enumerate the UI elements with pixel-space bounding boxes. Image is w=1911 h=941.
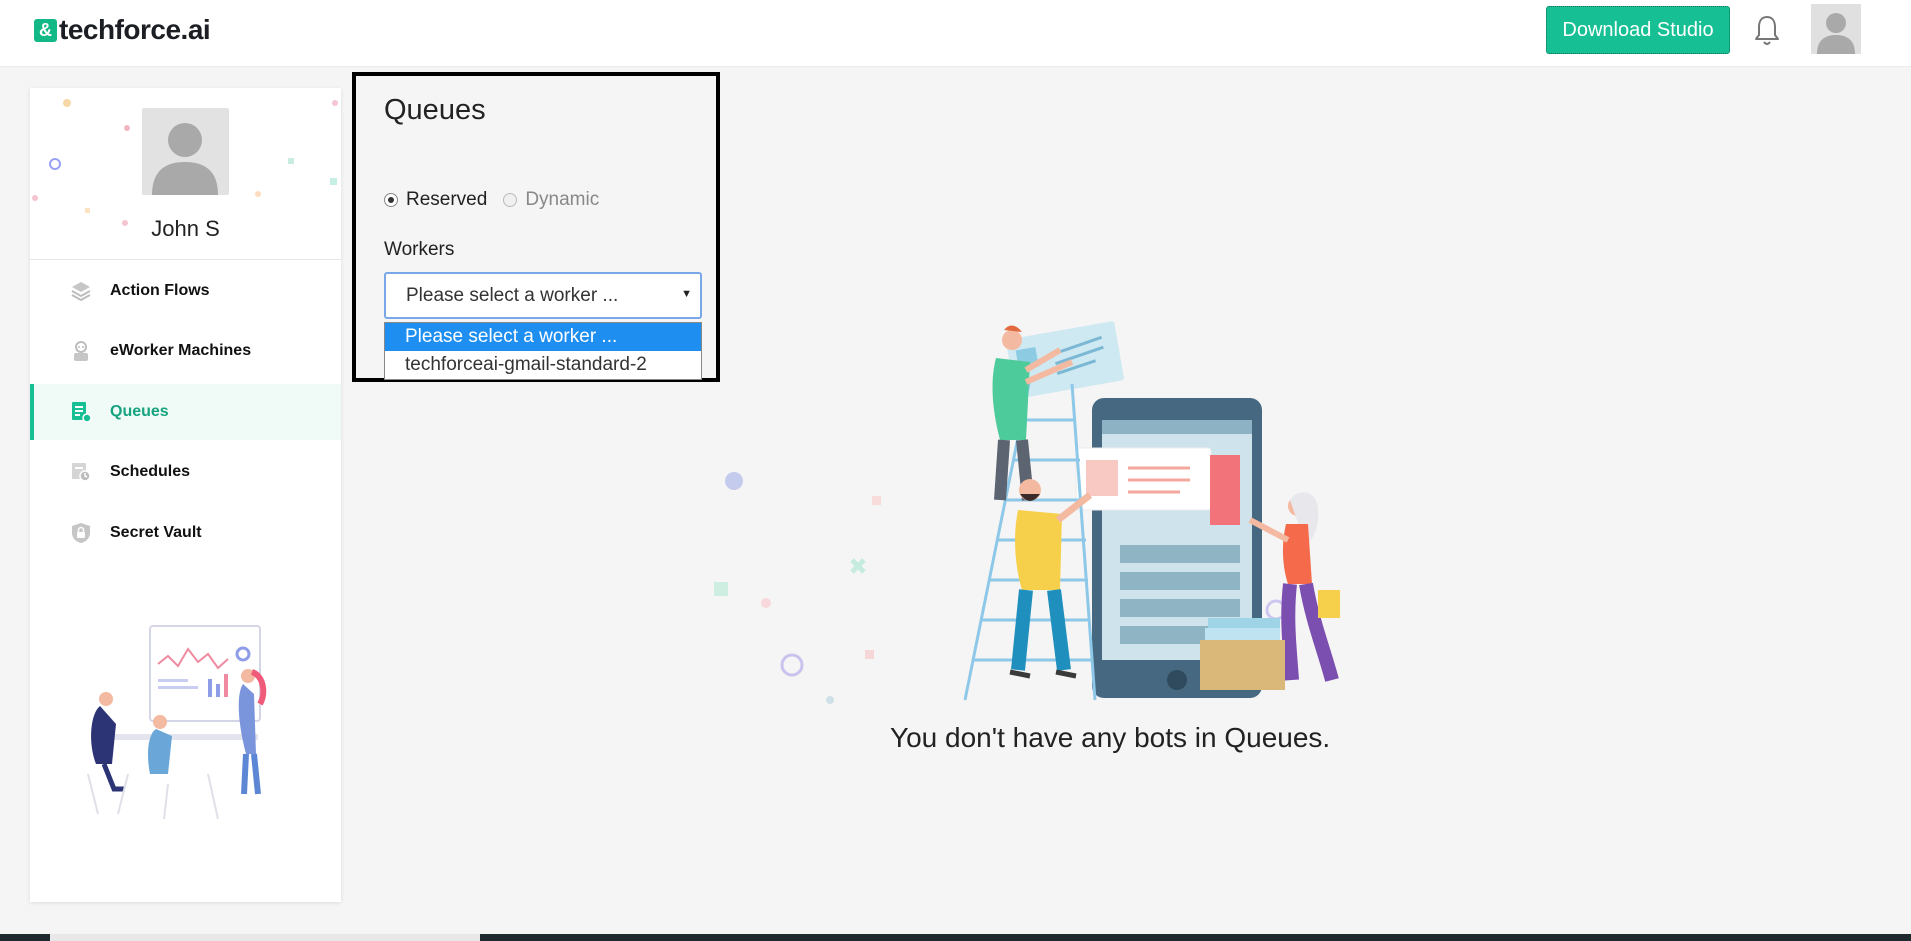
sidebar: John S Action Flows eWorker Machines Que… [30, 88, 341, 902]
sidebar-item-label: Schedules [110, 463, 191, 480]
logo-text: techforce.ai [59, 14, 211, 45]
profile-picture[interactable] [142, 108, 229, 195]
dynamic-radio[interactable]: Dynamic [503, 189, 599, 211]
download-studio-button[interactable]: Download Studio [1546, 6, 1730, 54]
user-silhouette-icon [1817, 13, 1855, 54]
dashboard-team-illustration [87, 625, 267, 820]
empty-queue-illustration [714, 321, 1340, 704]
reserved-radio[interactable]: Reserved [384, 189, 487, 211]
bell-icon[interactable] [1752, 14, 1782, 48]
dynamic-radio-label: Dynamic [525, 189, 600, 210]
page-title: Queues [384, 94, 486, 126]
worker-select[interactable]: Please select a worker ... ▼ [384, 272, 702, 319]
radio-checked-icon[interactable] [384, 193, 398, 207]
shield-lock-icon [72, 523, 90, 543]
queue-type-radio-group: Reserved Dynamic [384, 189, 615, 211]
sidebar-item-secret-vault[interactable]: Secret Vault [30, 505, 341, 561]
workers-label: Workers [384, 239, 455, 260]
techforce-logo[interactable]: & techforce.ai [34, 14, 211, 46]
sidebar-item-eworker-machines[interactable]: eWorker Machines [30, 323, 341, 379]
sidebar-item-action-flows[interactable]: Action Flows [30, 263, 341, 319]
sidebar-item-schedules[interactable]: Schedules [30, 444, 341, 500]
sidebar-item-label: Action Flows [110, 282, 210, 299]
sidebar-item-label: Secret Vault [110, 524, 202, 541]
top-header: & techforce.ai Download Studio [0, 0, 1911, 67]
queues-panel: Queues Reserved Dynamic Workers Please s… [352, 72, 720, 382]
radio-unchecked-icon[interactable] [503, 193, 518, 207]
schedule-icon [72, 463, 91, 482]
logo-mark-icon: & [34, 18, 57, 42]
worker-option[interactable]: Please select a worker ... [385, 323, 701, 351]
layers-icon [71, 282, 91, 302]
empty-state-message: You don't have any bots in Queues. [890, 722, 1331, 753]
sidebar-item-label: Queues [110, 403, 169, 420]
user-avatar[interactable] [1811, 4, 1861, 54]
worker-select-value: Please select a worker ... [406, 284, 619, 306]
worker-dropdown-list: Please select a worker ... techforceai-g… [384, 322, 702, 380]
queue-icon [72, 402, 92, 423]
robot-icon [74, 341, 88, 361]
profile-name: John S [151, 216, 220, 241]
dropdown-arrow-icon[interactable]: ▼ [681, 288, 692, 300]
bottom-bar-segment [50, 934, 480, 941]
sidebar-divider [30, 259, 341, 260]
bottom-status-bar [0, 934, 1911, 941]
worker-option[interactable]: techforceai-gmail-standard-2 [385, 351, 701, 379]
sidebar-item-queues[interactable]: Queues [30, 384, 341, 440]
sidebar-item-label: eWorker Machines [110, 342, 252, 359]
user-silhouette-icon [152, 123, 218, 195]
reserved-radio-label: Reserved [406, 189, 488, 210]
